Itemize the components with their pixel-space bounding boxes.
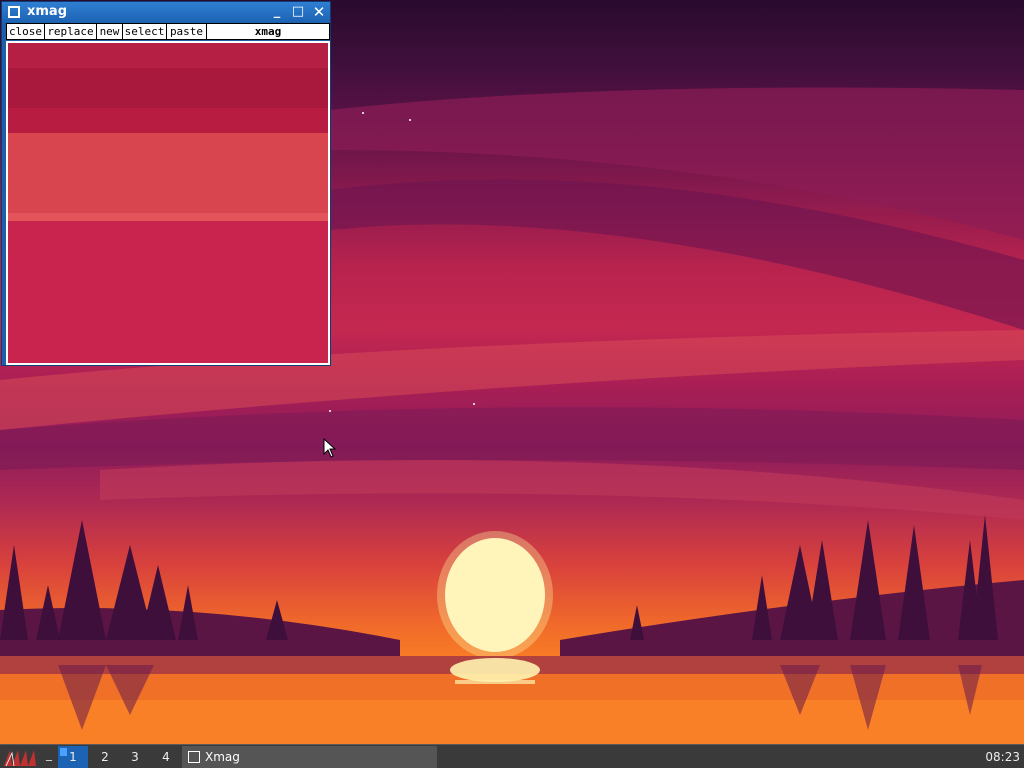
new-button[interactable]: new bbox=[97, 24, 123, 39]
magnified-band bbox=[8, 43, 328, 68]
window-titlebar[interactable]: xmag _ □ ✕ bbox=[2, 2, 330, 22]
workspace-label: 4 bbox=[162, 750, 170, 764]
taskbar-item-label: Xmag bbox=[205, 750, 240, 764]
maximize-button[interactable]: □ bbox=[289, 4, 307, 20]
magnified-band bbox=[8, 221, 328, 363]
mouse-pointer-icon bbox=[323, 437, 337, 462]
close-window-button[interactable]: ✕ bbox=[310, 4, 328, 20]
workspace-label: 1 bbox=[69, 750, 77, 764]
taskbar: _ 1 2 3 4 Xmag 08:23 bbox=[0, 744, 1024, 768]
magnified-band bbox=[8, 108, 328, 133]
active-window-indicator bbox=[60, 748, 67, 756]
workspace-1-button[interactable]: 1 bbox=[58, 746, 88, 768]
xmag-window[interactable]: xmag _ □ ✕ close replace new select past… bbox=[1, 1, 331, 366]
xmag-menubar: close replace new select paste xmag bbox=[6, 23, 330, 40]
select-button[interactable]: select bbox=[123, 24, 167, 39]
magnified-band bbox=[8, 68, 328, 108]
close-button[interactable]: close bbox=[7, 24, 45, 39]
show-desktop-button[interactable]: _ bbox=[46, 747, 56, 765]
workspace-label: 2 bbox=[101, 750, 109, 764]
start-menu-logo-icon[interactable] bbox=[2, 747, 42, 767]
workspace-3-button[interactable]: 3 bbox=[120, 746, 150, 768]
xmag-label: xmag bbox=[254, 25, 282, 38]
paste-button[interactable]: paste bbox=[167, 24, 207, 39]
magnified-image-area[interactable] bbox=[6, 41, 330, 365]
workspace-label: 3 bbox=[131, 750, 139, 764]
window-icon[interactable] bbox=[8, 6, 20, 18]
window-title: xmag bbox=[27, 4, 68, 19]
workspace-4-button[interactable]: 4 bbox=[151, 746, 181, 768]
clock[interactable]: 08:23 bbox=[985, 745, 1020, 769]
magnified-band bbox=[8, 213, 328, 221]
workspace-2-button[interactable]: 2 bbox=[90, 746, 120, 768]
magnified-band bbox=[8, 133, 328, 213]
window-icon bbox=[188, 751, 200, 763]
replace-button[interactable]: replace bbox=[45, 24, 97, 39]
taskbar-item-xmag[interactable]: Xmag bbox=[182, 746, 437, 768]
minimize-button[interactable]: _ bbox=[268, 4, 286, 20]
